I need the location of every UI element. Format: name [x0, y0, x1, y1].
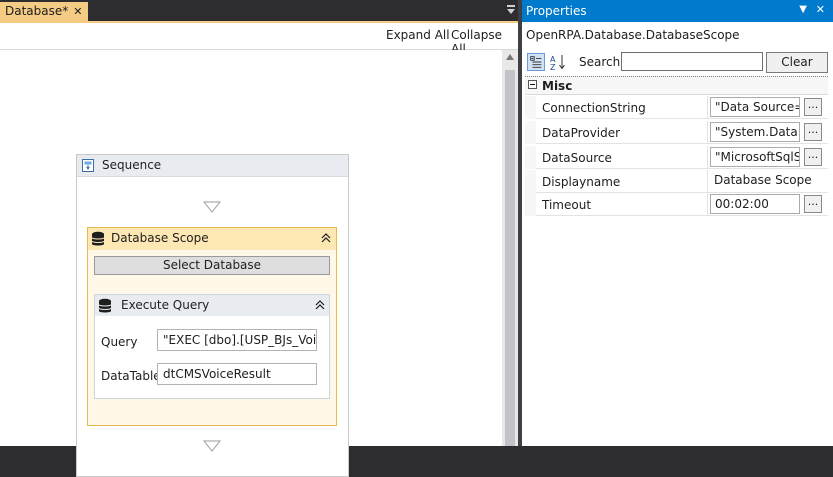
search-label: Search:: [579, 55, 625, 69]
property-value-input[interactable]: "MicrosoftSqlSe: [710, 147, 800, 167]
svg-text:Z: Z: [550, 63, 556, 71]
designer-canvas[interactable]: Sequence Database Scope Select Database …: [0, 50, 502, 477]
query-input[interactable]: [157, 329, 317, 351]
execute-query-header[interactable]: Execute Query: [95, 295, 329, 316]
datatable-label: DataTable: [101, 369, 161, 383]
workflow-designer-panel: Database* ✕ Expand All Collapse All Sequ…: [0, 0, 518, 477]
scroll-up-icon[interactable]: [506, 54, 514, 60]
property-row-timeout[interactable]: Timeout 00:02:00 ...: [525, 193, 828, 216]
drop-zone-arrow-icon[interactable]: [203, 201, 221, 213]
column-divider: [707, 96, 708, 119]
property-value-input[interactable]: 00:02:00: [710, 194, 800, 214]
property-row-connectionstring[interactable]: ConnectionString "Data Source=c ...: [525, 96, 828, 119]
property-name: Timeout: [542, 198, 592, 212]
row-gutter: [525, 96, 536, 119]
property-name: Displayname: [542, 175, 621, 189]
sequence-title: Sequence: [102, 158, 162, 172]
property-name: DataSource: [542, 151, 612, 165]
selected-object-name: OpenRPA.Database.DatabaseScope: [526, 28, 740, 42]
row-gutter: [525, 193, 536, 216]
document-tab-bar: Database* ✕: [0, 0, 518, 22]
edit-value-button[interactable]: ...: [804, 98, 822, 116]
property-name: DataProvider: [542, 126, 621, 140]
row-gutter: [525, 170, 536, 193]
database-icon: [98, 298, 112, 313]
row-gutter: [525, 146, 536, 169]
sort-alpha-icon[interactable]: A Z: [549, 53, 567, 71]
vertical-scrollbar[interactable]: [502, 50, 518, 446]
edit-value-button[interactable]: ...: [804, 148, 822, 166]
search-input[interactable]: [621, 52, 763, 71]
category-row-misc[interactable]: Misc: [525, 76, 828, 95]
database-scope-header[interactable]: Database Scope: [88, 228, 336, 250]
window-options-icon[interactable]: ▼: [799, 4, 807, 15]
double-chevron-up-icon[interactable]: [320, 232, 332, 244]
property-row-datasource[interactable]: DataSource "MicrosoftSqlSe ...: [525, 146, 828, 169]
properties-panel: Properties ▼ ✕ OpenRPA.Database.Database…: [522, 0, 833, 446]
drop-zone-arrow-icon[interactable]: [203, 440, 221, 452]
execute-query-activity[interactable]: Execute Query Query DataTable: [94, 294, 330, 399]
tab-dropdown-icon[interactable]: [506, 4, 516, 16]
properties-title: Properties: [526, 4, 587, 18]
query-label: Query: [101, 335, 138, 349]
scrollbar-thumb[interactable]: [505, 70, 515, 446]
sequence-activity[interactable]: Sequence Database Scope Select Database …: [76, 154, 349, 477]
close-tab-icon[interactable]: ✕: [73, 2, 82, 21]
edit-value-button[interactable]: ...: [804, 195, 822, 213]
properties-titlebar: Properties ▼ ✕: [522, 0, 833, 22]
properties-toolbar: A Z Search: Clear: [522, 51, 833, 73]
sequence-icon: [82, 159, 94, 172]
row-gutter: [525, 121, 536, 144]
categorized-icon[interactable]: [527, 53, 545, 71]
column-divider: [707, 121, 708, 144]
property-row-dataprovider[interactable]: DataProvider "System.Data.Sq ...: [525, 121, 828, 144]
column-divider: [707, 170, 708, 193]
sequence-header[interactable]: Sequence: [77, 155, 348, 177]
datatable-input[interactable]: [157, 363, 317, 385]
expand-all-button[interactable]: Expand All: [386, 28, 450, 42]
double-chevron-up-icon[interactable]: [314, 299, 326, 311]
execute-query-title: Execute Query: [121, 298, 210, 312]
database-scope-title[interactable]: Database Scope: [111, 231, 209, 245]
edit-value-button[interactable]: ...: [804, 123, 822, 141]
property-value-input[interactable]: "Data Source=c: [710, 97, 800, 117]
category-label: Misc: [542, 79, 573, 93]
select-database-button[interactable]: Select Database: [94, 256, 330, 275]
property-value-input[interactable]: "System.Data.Sq: [710, 122, 800, 142]
database-icon: [91, 231, 105, 246]
collapse-category-icon[interactable]: [528, 80, 537, 89]
column-divider: [707, 146, 708, 169]
clear-button[interactable]: Clear: [766, 52, 828, 73]
property-value-text[interactable]: Database Scope: [710, 171, 820, 191]
designer-toolbar: Expand All Collapse All: [0, 23, 518, 56]
database-scope-activity[interactable]: Database Scope Select Database Execute Q…: [87, 227, 337, 426]
document-tab-label: Database*: [5, 4, 69, 18]
column-divider: [707, 193, 708, 216]
property-row-displayname[interactable]: Displayname Database Scope: [525, 170, 828, 193]
close-icon[interactable]: ✕: [816, 3, 825, 16]
document-tab-database[interactable]: Database* ✕: [0, 2, 89, 21]
property-name: ConnectionString: [542, 101, 646, 115]
